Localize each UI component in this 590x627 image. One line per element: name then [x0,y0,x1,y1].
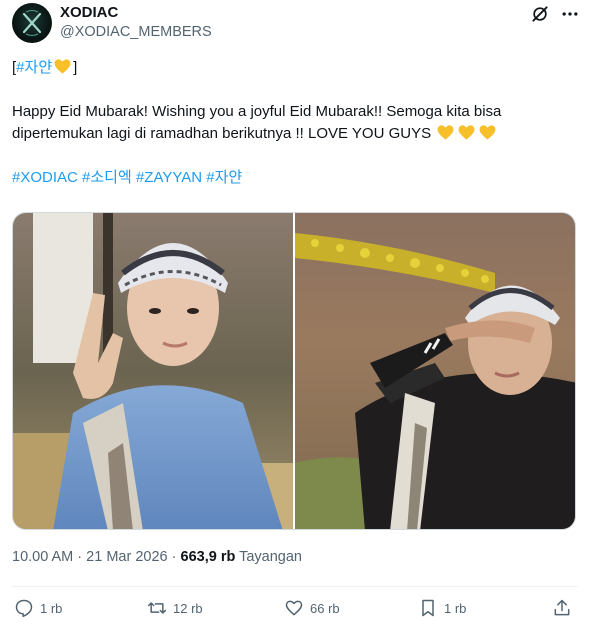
reply-icon [15,599,33,618]
yellow-heart-icon [437,125,454,140]
more-options-icon[interactable] [560,4,580,24]
bracket-close: ] [73,59,78,76]
bookmark-count: 1 rb [444,600,467,616]
share-button[interactable] [552,598,572,618]
bookmark-button[interactable]: 1 rb [418,598,466,618]
tweet-text: [#자얀] Happy Eid Mubarak! Wishing you a j… [12,57,582,189]
photo-selfie-shading-eyes[interactable] [295,213,575,529]
hashtag-link[interactable]: #자얀 [16,59,52,76]
tweet-time[interactable]: 10.00 AM [12,549,73,565]
reply-count: 1 rb [40,600,63,616]
photo-selfie-peace-sign[interactable] [13,213,293,529]
hashtags: #XODIAC #소디엑 #ZAYYAN #자얀 [12,167,582,189]
yellow-heart-icon [54,59,71,74]
tweet-meta: 10.00 AM · 21 Mar 2026 · 663,9 rb Tayang… [12,549,302,565]
retweet-button[interactable]: 12 rb [147,598,203,618]
heart-icon [285,600,303,616]
yellow-heart-icon [479,125,496,140]
bookmark-icon [422,599,434,617]
avatar[interactable] [12,3,52,43]
reply-button[interactable]: 1 rb [14,598,62,618]
share-icon [554,599,570,616]
hashtag-link[interactable]: #XODIAC [12,169,78,186]
tweet-line-greeting: Happy Eid Mubarak! Wishing you a joyful … [12,103,502,120]
like-button[interactable]: 66 rb [284,598,340,618]
tweet-line-message: dipertemukan lagi di ramadhan berikutnya… [12,123,582,145]
hashtag-link[interactable]: #자얀 [206,169,242,186]
grok-icon[interactable] [530,4,550,24]
meta-separator: · [171,549,177,565]
tweet-line-tag: [#자얀] [12,57,582,79]
divider [12,586,578,587]
like-count: 66 rb [310,600,340,616]
views-count: 663,9 rb [180,549,236,565]
xodiac-logo-icon [22,10,42,36]
tweet-line-message-text: dipertemukan lagi di ramadhan berikutnya… [12,125,432,142]
action-bar: 1 rb 12 rb 66 rb 1 rb [14,598,576,622]
hashtag-link[interactable]: #ZAYYAN [136,169,202,186]
user-handle[interactable]: @XODIAC_MEMBERS [60,24,212,40]
tweet-date[interactable]: 21 Mar 2026 [86,549,167,565]
display-name[interactable]: XODIAC [60,4,118,21]
meta-separator: · [77,549,83,565]
hashtag-link[interactable]: #소디엑 [82,169,132,186]
retweet-count: 12 rb [173,600,203,616]
retweet-icon [147,602,167,614]
media-grid [12,212,576,530]
views-label: Tayangan [239,549,302,565]
yellow-heart-icon [458,125,475,140]
